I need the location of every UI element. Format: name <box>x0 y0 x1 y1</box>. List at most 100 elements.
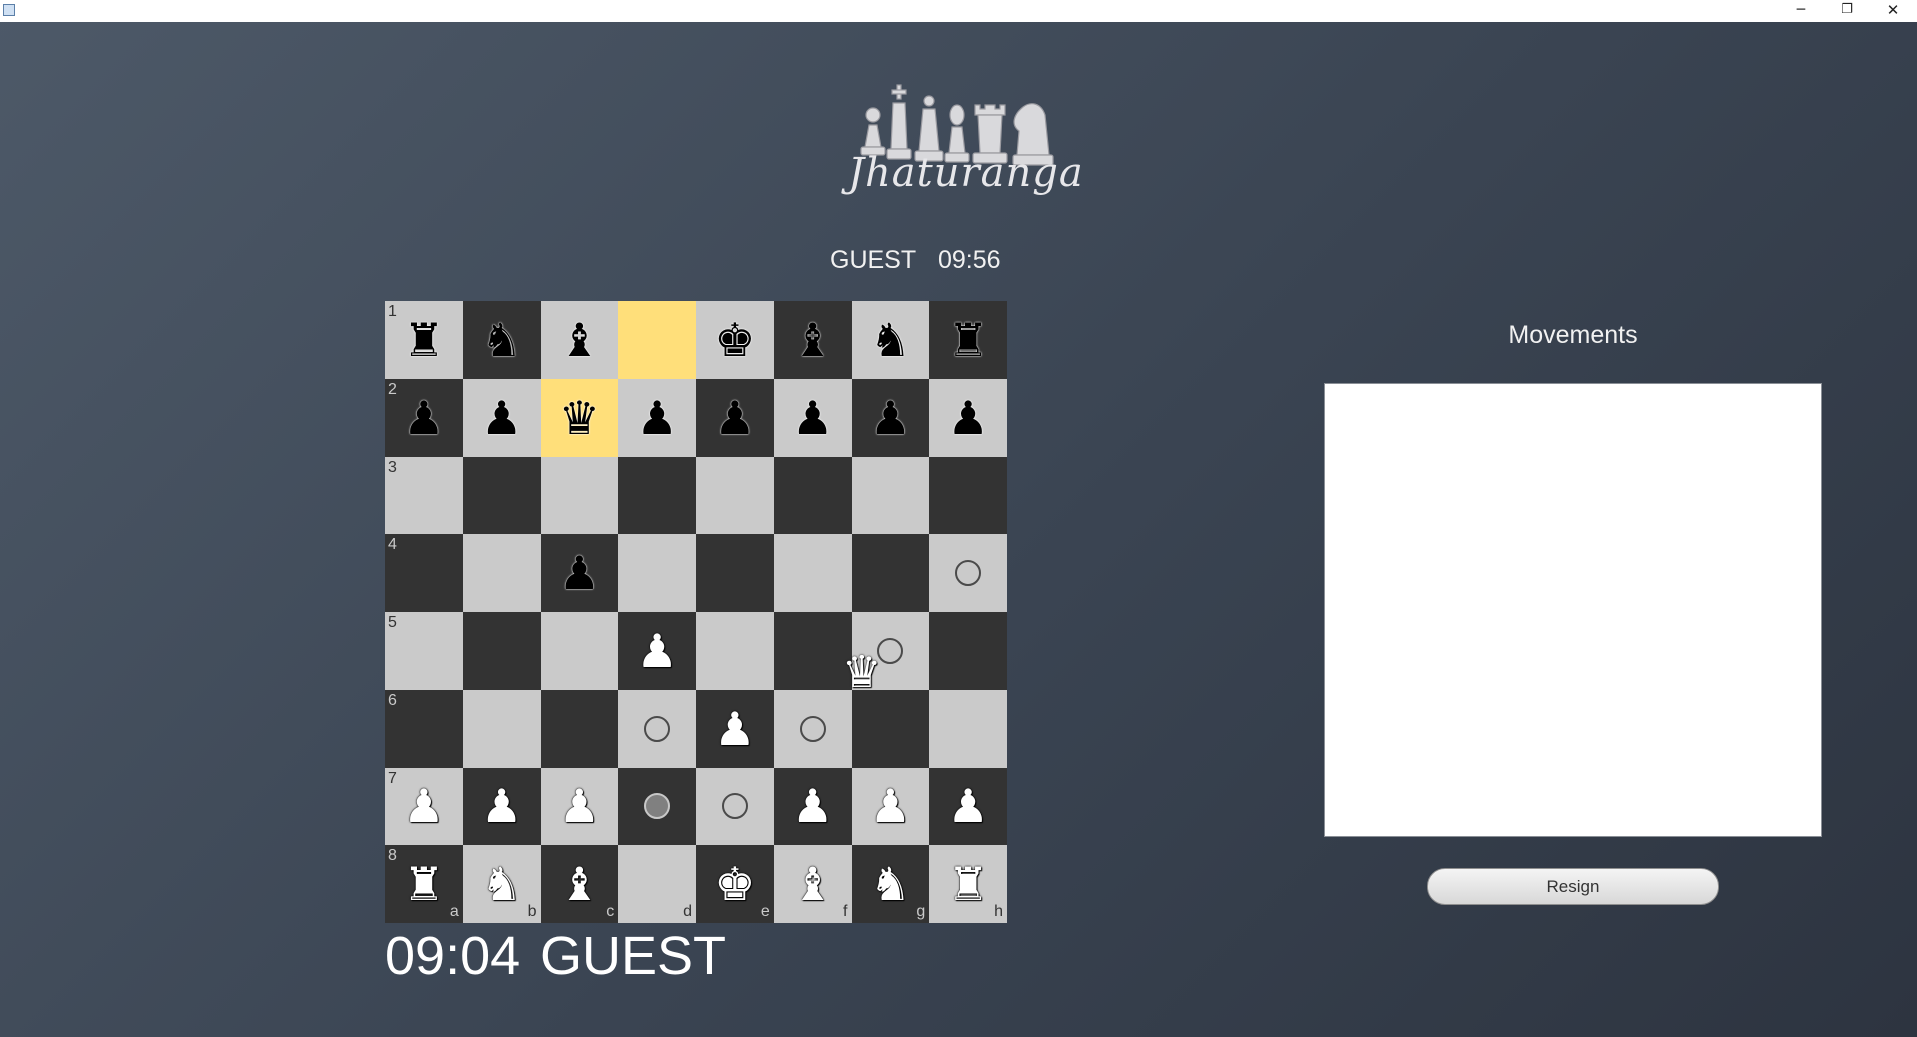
board-square-h1[interactable]: ♜ <box>929 301 1007 379</box>
board-square-f7[interactable]: ♟ <box>773 767 852 846</box>
board-square-g4[interactable] <box>851 534 930 612</box>
close-button[interactable]: ✕ <box>1870 0 1916 22</box>
board-square-c1[interactable]: ♝ <box>540 301 619 379</box>
board-square-d4[interactable] <box>618 534 696 612</box>
black-bishop-icon[interactable]: ♝ <box>792 317 833 363</box>
black-queen-icon[interactable]: ♛ <box>559 395 600 441</box>
minimize-button[interactable]: ─ <box>1778 0 1824 22</box>
black-pawn-icon[interactable]: ♟ <box>714 395 755 441</box>
board-square-e5[interactable] <box>696 612 774 690</box>
white-pawn-icon[interactable]: ♟ <box>870 783 911 829</box>
white-rook-icon[interactable]: ♜ <box>403 861 444 907</box>
white-knight-icon[interactable]: ♞ <box>870 861 911 907</box>
board-square-c8[interactable]: c ♝ <box>540 845 619 923</box>
board-square-a2[interactable]: 2 ♟ <box>385 378 463 457</box>
board-square-f2[interactable]: ♟ <box>773 378 852 457</box>
board-square-a7[interactable]: 7 ♟ <box>385 767 463 846</box>
black-king-icon[interactable]: ♚ <box>714 317 755 363</box>
white-rook-icon[interactable]: ♜ <box>948 861 989 907</box>
board-square-f5[interactable] <box>773 612 852 690</box>
movements-list[interactable] <box>1324 383 1822 837</box>
board-square-e1[interactable]: ♚ <box>696 301 774 379</box>
board-square-c4[interactable]: ♟ <box>540 534 619 612</box>
move-hint-icon[interactable] <box>644 715 671 742</box>
black-pawn-icon[interactable]: ♟ <box>637 395 678 441</box>
board-square-h7[interactable]: ♟ <box>929 767 1007 846</box>
board-square-e8[interactable]: e ♚ <box>696 845 774 923</box>
board-square-b1[interactable]: ♞ <box>462 301 541 379</box>
board-square-g2[interactable]: ♟ <box>851 378 930 457</box>
board-square-b6[interactable] <box>462 689 541 768</box>
board-square-c3[interactable] <box>540 456 619 535</box>
resign-button[interactable]: Resign <box>1427 868 1719 905</box>
black-pawn-icon[interactable]: ♟ <box>481 395 522 441</box>
board-square-h4[interactable] <box>929 534 1007 612</box>
board-square-g8[interactable]: g ♞ <box>851 845 930 923</box>
board-square-e7[interactable] <box>696 767 774 846</box>
board-square-b8[interactable]: b ♞ <box>462 845 541 923</box>
board-square-e4[interactable] <box>696 534 774 612</box>
black-rook-icon[interactable]: ♜ <box>403 317 444 363</box>
board-square-a8[interactable]: 8 a ♜ <box>385 845 463 923</box>
board-square-a4[interactable]: 4 <box>385 534 463 612</box>
board-square-d1[interactable] <box>618 301 696 379</box>
board-square-b5[interactable] <box>462 612 541 690</box>
board-square-g7[interactable]: ♟ <box>851 767 930 846</box>
white-bishop-icon[interactable]: ♝ <box>559 861 600 907</box>
move-hint-icon[interactable] <box>644 793 671 820</box>
white-bishop-icon[interactable]: ♝ <box>792 861 833 907</box>
board-square-h2[interactable]: ♟ <box>929 378 1007 457</box>
white-king-icon[interactable]: ♚ <box>714 861 755 907</box>
board-square-b2[interactable]: ♟ <box>462 378 541 457</box>
move-hint-icon[interactable] <box>955 560 982 587</box>
board-square-d7[interactable] <box>618 767 696 846</box>
board-square-f3[interactable] <box>773 456 852 535</box>
board-square-h8[interactable]: h ♜ <box>929 845 1007 923</box>
board-square-c7[interactable]: ♟ <box>540 767 619 846</box>
board-square-d5[interactable]: ♟ <box>618 612 696 690</box>
board-square-d2[interactable]: ♟ <box>618 378 696 457</box>
board-square-d8[interactable]: d <box>618 845 696 923</box>
move-hint-icon[interactable] <box>721 793 748 820</box>
board-square-g6[interactable] <box>851 689 930 768</box>
board-square-c6[interactable] <box>540 689 619 768</box>
board-square-b7[interactable]: ♟ <box>462 767 541 846</box>
board-square-e2[interactable]: ♟ <box>696 378 774 457</box>
board-square-e6[interactable]: ♟ <box>696 689 774 768</box>
white-pawn-icon[interactable]: ♟ <box>792 783 833 829</box>
board-square-h3[interactable] <box>929 456 1007 535</box>
white-pawn-icon[interactable]: ♟ <box>403 783 444 829</box>
dragged-queen-icon[interactable]: ♛ <box>842 651 881 695</box>
white-pawn-icon[interactable]: ♟ <box>948 783 989 829</box>
black-knight-icon[interactable]: ♞ <box>870 317 911 363</box>
board-square-g1[interactable]: ♞ <box>851 301 930 379</box>
board-square-a3[interactable]: 3 <box>385 456 463 535</box>
black-pawn-icon[interactable]: ♟ <box>948 395 989 441</box>
black-pawn-icon[interactable]: ♟ <box>559 550 600 596</box>
white-knight-icon[interactable]: ♞ <box>481 861 522 907</box>
white-pawn-icon[interactable]: ♟ <box>481 783 522 829</box>
move-hint-icon[interactable] <box>799 715 826 742</box>
board-square-h6[interactable] <box>929 689 1007 768</box>
board-square-a5[interactable]: 5 <box>385 612 463 690</box>
white-pawn-icon[interactable]: ♟ <box>559 783 600 829</box>
black-rook-icon[interactable]: ♜ <box>948 317 989 363</box>
white-pawn-icon[interactable]: ♟ <box>637 628 678 674</box>
white-pawn-icon[interactable]: ♟ <box>714 706 755 752</box>
board-square-c2[interactable]: ♛ <box>540 378 619 457</box>
board-square-a1[interactable]: 1 ♜ <box>385 301 463 379</box>
board-square-f4[interactable] <box>773 534 852 612</box>
chess-board[interactable]: 1 ♜ ♞ ♝ ♚ ♝ ♞ ♜ 2 ♟ ♟ ♛ ♟ ♟ ♟ ♟ ♟ 3 4 ♟ 5 ♟ 6 ♟ 7 ♟ ♟ ♟ ♟ ♟ ♟ 8 a ♜ b ♞ c ♝ d e… <box>385 301 1007 923</box>
black-knight-icon[interactable]: ♞ <box>481 317 522 363</box>
black-bishop-icon[interactable]: ♝ <box>559 317 600 363</box>
board-square-f6[interactable] <box>773 689 852 768</box>
board-square-b3[interactable] <box>462 456 541 535</box>
board-square-g3[interactable] <box>851 456 930 535</box>
black-pawn-icon[interactable]: ♟ <box>403 395 444 441</box>
board-square-d3[interactable] <box>618 456 696 535</box>
restore-button[interactable]: ❐ <box>1824 0 1870 22</box>
board-square-f1[interactable]: ♝ <box>773 301 852 379</box>
board-square-e3[interactable] <box>696 456 774 535</box>
board-square-b4[interactable] <box>462 534 541 612</box>
black-pawn-icon[interactable]: ♟ <box>870 395 911 441</box>
